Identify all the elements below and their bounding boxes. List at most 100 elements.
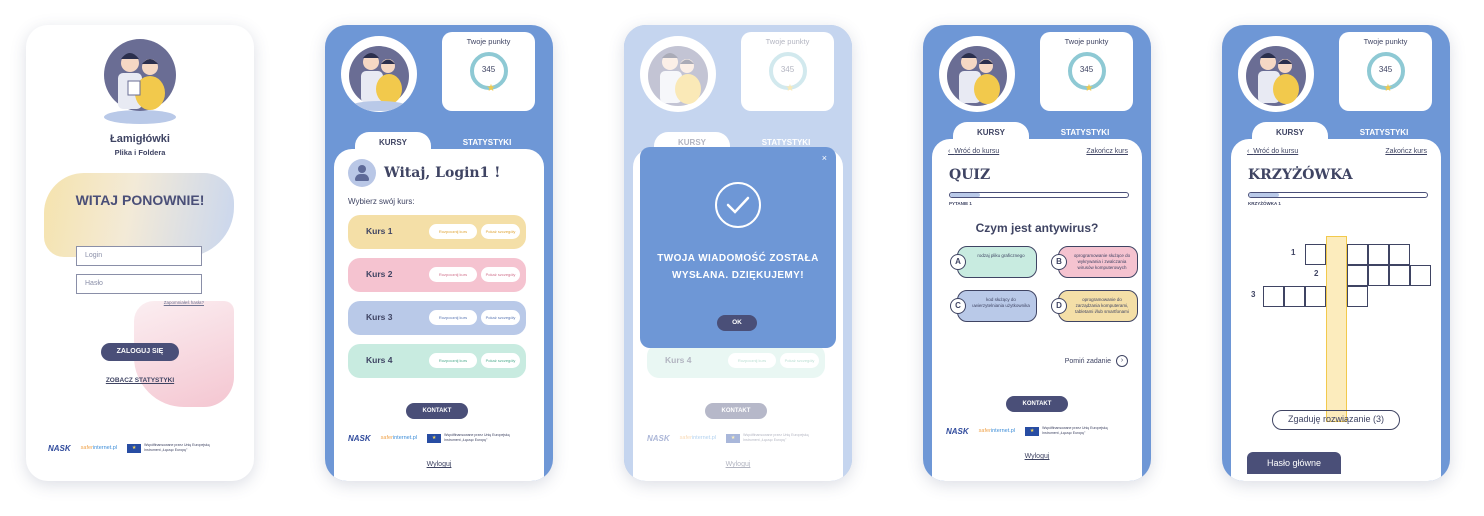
points-ring: 345 ★ — [469, 52, 508, 94]
quiz-progress-bar — [949, 192, 1129, 198]
success-modal: × TWOJA WIADOMOŚĆ ZOSTAŁA WYSŁANA. DZIĘK… — [640, 147, 836, 348]
points-card: Twoje punkty 345 ★ — [442, 32, 535, 111]
end-course-link[interactable]: Zakończ kurs — [1385, 148, 1427, 155]
logout-link[interactable]: Wyloguj — [334, 461, 544, 468]
sponsor-logos: NASK saferinternet.pl ★Współfinansowane … — [48, 443, 210, 453]
avatar — [1238, 36, 1314, 112]
details-button[interactable]: Pokaż szczegóły — [481, 353, 520, 368]
points-value: 345 — [1079, 65, 1094, 74]
answer-letter: B — [1051, 254, 1067, 270]
row-number: 1 — [1291, 248, 1296, 257]
crossword-cell[interactable] — [1368, 265, 1389, 286]
crossword-cell[interactable] — [1305, 286, 1326, 307]
star-icon: ★ — [1084, 83, 1094, 94]
modal-message: TWOJA WIADOMOŚĆ ZOSTAŁA WYSŁANA. DZIĘKUJ… — [657, 253, 819, 281]
eu-logo: ★Współfinansowane przez Unię EuropejskąI… — [1025, 426, 1108, 436]
eu-flag-icon: ★ — [127, 443, 142, 453]
points-title: Twoje punkty — [1064, 37, 1109, 46]
crossword-cell[interactable] — [1410, 265, 1431, 286]
answer-letter: A — [950, 254, 966, 270]
safer-internet-logo: saferinternet.pl — [978, 428, 1016, 434]
start-course-button[interactable]: Rozpocznij kurs — [429, 353, 477, 368]
crossword-title: KRZYŻÓWKA — [1248, 167, 1353, 183]
greeting-row: Witaj, Login1 ! — [348, 159, 500, 187]
course-name: Kurs 4 — [366, 355, 393, 365]
login-button[interactable]: ZALOGUJ SIĘ — [101, 343, 179, 361]
crossword-screen: Twoje punkty 345 ★ KURSY STATYSTYKI ‹ Wr… — [1222, 25, 1450, 481]
answer-option-c[interactable]: C kod służący do uwierzytelniania użytko… — [950, 290, 1037, 322]
end-course-link[interactable]: Zakończ kurs — [1086, 148, 1128, 155]
points-value: 345 — [1378, 65, 1393, 74]
details-button[interactable]: Pokaż szczegóły — [481, 267, 520, 282]
crossword-cell[interactable] — [1389, 265, 1410, 286]
star-icon: ★ — [1383, 83, 1393, 94]
crossword-cell[interactable] — [1263, 286, 1284, 307]
forgot-password-link[interactable]: Zapomniałeś hasła? — [164, 300, 204, 305]
message-sent-screen: Twoje punkty 345 ★ KURSY STATYSTYKI Kurs… — [624, 25, 852, 481]
question-text: Czym jest antywirus? — [975, 221, 1099, 235]
course-card[interactable]: Kurs 3 Rozpocznij kurs Pokaż szczegóły — [348, 301, 526, 335]
row-number: 2 — [1314, 269, 1319, 278]
points-ring: 345 ★ — [1067, 52, 1106, 94]
course-card[interactable]: Kurs 1 Rozpocznij kurs Pokaż szczegóły — [348, 215, 526, 249]
main-password-button[interactable]: Hasło główne — [1247, 452, 1341, 474]
details-button[interactable]: Pokaż szczegóły — [481, 224, 520, 239]
avatar — [341, 36, 417, 112]
progress-fill — [1249, 193, 1280, 197]
answer-letter: C — [950, 298, 966, 314]
arrow-right-icon: › — [1116, 355, 1128, 367]
start-course-button[interactable]: Rozpocznij kurs — [429, 267, 477, 282]
answer-text: rodzaj pliku graficznego — [977, 253, 1025, 258]
courses-screen: Twoje punkty 345 ★ KURSY STATYSTYKI Wita… — [325, 25, 553, 481]
start-course-button[interactable]: Rozpocznij kurs — [429, 310, 477, 325]
ok-button[interactable]: OK — [717, 315, 757, 331]
stats-link[interactable]: ZOBACZ STATYSTYKI — [26, 377, 254, 384]
user-icon — [348, 159, 376, 187]
eu-flag-icon: ★ — [1025, 426, 1040, 436]
quiz-panel: ‹ Wróć do kursu Zakończ kurs QUIZ PYTANI… — [932, 139, 1142, 481]
crossword-cell[interactable] — [1305, 244, 1326, 265]
points-value: 345 — [481, 65, 496, 74]
eu-logo: ★Współfinansowane przez Unię EuropejskąI… — [127, 443, 210, 453]
crossword-cell[interactable] — [1368, 244, 1389, 265]
points-ring: 345 ★ — [1366, 52, 1405, 94]
crossword-cell[interactable] — [1347, 244, 1368, 265]
answer-text: oprogramowanie służące do wykrywania i z… — [1073, 253, 1131, 270]
password-input[interactable]: Hasło — [76, 274, 202, 294]
decor-blob — [44, 173, 234, 257]
course-name: Kurs 1 — [366, 226, 393, 236]
welcome-heading: WITAJ PONOWNIE! — [75, 192, 205, 208]
course-card[interactable]: Kurs 4 Rozpocznij kurs Pokaż szczegóły — [348, 344, 526, 378]
skip-label: Pomiń zadanie — [1064, 357, 1111, 365]
logout-link[interactable]: Wyloguj — [932, 453, 1142, 460]
back-to-course-link[interactable]: ‹ Wróć do kursu — [1247, 148, 1298, 155]
crossword-cell[interactable] — [1347, 265, 1368, 286]
start-course-button[interactable]: Rozpocznij kurs — [429, 224, 477, 239]
contact-button[interactable]: KONTAKT — [1006, 396, 1068, 412]
nask-logo: NASK — [48, 443, 71, 453]
app-logo — [102, 37, 178, 125]
crossword-cell[interactable] — [1284, 286, 1305, 307]
points-title: Twoje punkty — [466, 37, 511, 46]
skip-task-button[interactable]: Pomiń zadanie › — [1065, 355, 1128, 367]
progress-fill — [950, 193, 981, 197]
answer-option-b[interactable]: B oprogramowanie służące do wykrywania i… — [1051, 246, 1138, 278]
question-number: PYTANIE 1 — [949, 201, 972, 206]
choose-course-label: Wybierz swój kurs: — [348, 197, 415, 206]
login-input[interactable]: Login — [76, 246, 202, 266]
sponsor-logos: NASK saferinternet.pl ★Współfinansowane … — [946, 426, 1108, 436]
back-to-course-link[interactable]: ‹ Wróć do kursu — [948, 148, 999, 155]
crossword-cell[interactable] — [1389, 244, 1410, 265]
greeting: Witaj, Login1 ! — [384, 165, 501, 181]
answer-option-a[interactable]: A rodzaj pliku graficznego — [950, 246, 1037, 278]
close-icon[interactable]: × — [822, 153, 827, 163]
guess-solution-button[interactable]: Zgaduję rozwiązanie (3) — [1272, 410, 1400, 430]
crossword-cell[interactable] — [1347, 286, 1368, 307]
contact-button[interactable]: KONTAKT — [406, 403, 468, 419]
crossword-progress-bar — [1248, 192, 1428, 198]
answer-option-d[interactable]: D oprogramowanie do zarządzania komputer… — [1051, 290, 1138, 322]
solution-column — [1326, 236, 1347, 422]
course-card[interactable]: Kurs 2 Rozpocznij kurs Pokaż szczegóły — [348, 258, 526, 292]
quiz-screen: Twoje punkty 345 ★ KURSY STATYSTYKI ‹ Wr… — [923, 25, 1151, 481]
details-button[interactable]: Pokaż szczegóły — [481, 310, 520, 325]
